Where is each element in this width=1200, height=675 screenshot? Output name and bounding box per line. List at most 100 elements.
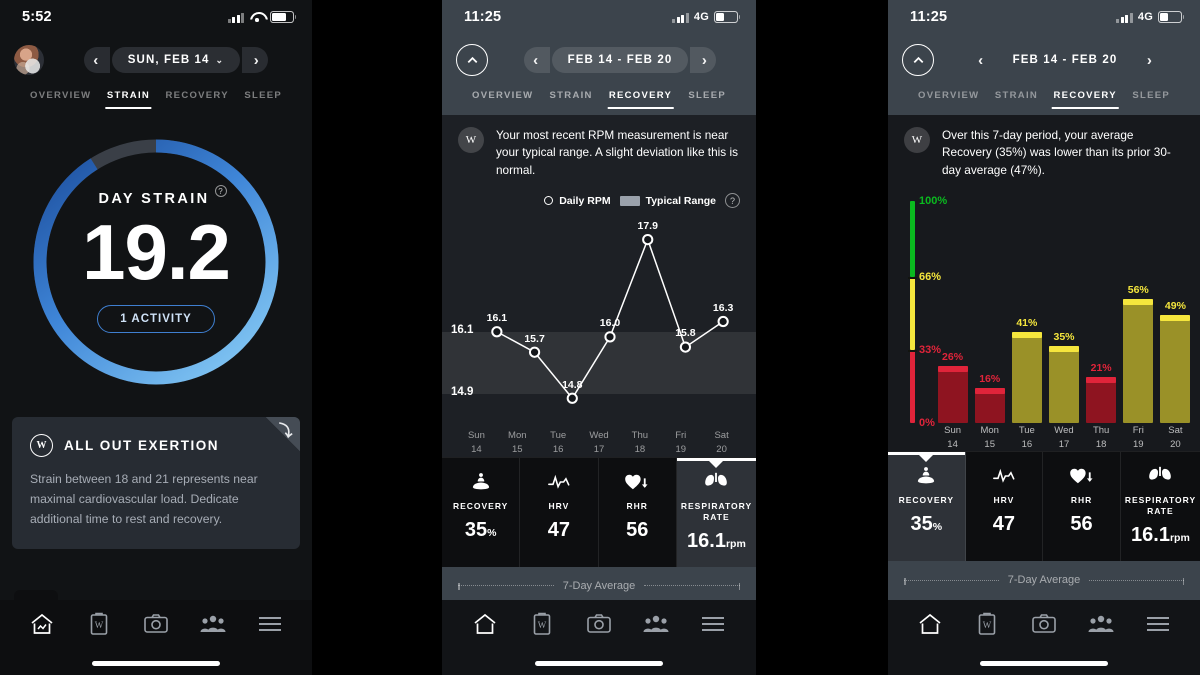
metric-value: 47: [992, 513, 1016, 536]
insight-text: Over this 7-day period, your average Rec…: [942, 128, 1171, 177]
tab-overview[interactable]: OVERVIEW: [918, 90, 979, 109]
bottom-nav: W: [442, 600, 756, 675]
battery-icon: [270, 11, 297, 23]
recovery-bar-value: 21%: [1090, 361, 1112, 374]
nav-journal-icon[interactable]: W: [71, 612, 128, 636]
tab-strain[interactable]: STRAIN: [550, 90, 593, 109]
previous-week-button[interactable]: ‹: [969, 47, 995, 73]
tab-sleep[interactable]: SLEEP: [1132, 90, 1170, 109]
previous-day-button[interactable]: ‹: [83, 47, 110, 73]
recovery-bar-column[interactable]: 35%: [1045, 201, 1082, 424]
data-point-label: 16.1: [486, 312, 508, 325]
metric-tab-recovery[interactable]: RECOVERY 35%: [442, 457, 521, 567]
phone-screen-strain: 5:52 ‹ SUN, FEB 14 ⌄ › OVERVIEW STRAIN R…: [0, 0, 312, 675]
metric-name: HRV: [993, 495, 1015, 506]
metric-tab-rhr[interactable]: RHR 56: [1043, 452, 1121, 562]
tab-overview[interactable]: OVERVIEW: [472, 90, 533, 109]
metric-tab-respiratory-rate[interactable]: RESPIRATORY RATE 16.1rpm: [676, 457, 756, 567]
recovery-bar: 21%: [1086, 362, 1117, 424]
recovery-bar-column[interactable]: 49%: [1157, 201, 1194, 424]
next-week-button[interactable]: ›: [1135, 47, 1161, 73]
date-pill[interactable]: FEB 14 - FEB 20: [997, 47, 1134, 73]
data-point-label: 16.3: [712, 301, 734, 314]
tab-overview[interactable]: OVERVIEW: [30, 90, 91, 109]
collapse-button[interactable]: [456, 44, 488, 76]
status-indicators: [227, 11, 297, 23]
help-icon[interactable]: ?: [725, 193, 740, 209]
nav-community-icon[interactable]: [628, 614, 685, 634]
metric-name: RECOVERY: [898, 495, 954, 506]
chart-legend: Daily RPM Typical Range ?: [442, 179, 756, 209]
nav-home-icon[interactable]: [902, 612, 959, 636]
nav-menu-icon[interactable]: [241, 615, 298, 633]
nav-journal-icon[interactable]: W: [513, 612, 570, 636]
whoop-logo-icon: W: [30, 434, 53, 457]
avatar[interactable]: [14, 45, 44, 75]
nav-community-icon[interactable]: [184, 614, 241, 634]
nav-camera-icon[interactable]: [1016, 613, 1073, 635]
meditation-icon: [892, 464, 961, 488]
strain-info-card[interactable]: ⤵ W ALL OUT EXERTION Strain between 18 a…: [12, 417, 300, 550]
nav-journal-icon[interactable]: W: [959, 612, 1016, 636]
average-divider: 7-Day Average: [888, 561, 1200, 586]
tab-sleep[interactable]: SLEEP: [688, 90, 726, 109]
nav-menu-icon[interactable]: [1129, 615, 1186, 633]
previous-week-button[interactable]: ‹: [523, 47, 550, 73]
nav-camera-icon[interactable]: [128, 613, 185, 635]
page-fold-icon: ⤵: [266, 417, 300, 451]
metric-tab-hrv[interactable]: HRV 47: [520, 457, 599, 567]
recovery-bar-column[interactable]: 56%: [1120, 201, 1157, 424]
nav-home-icon[interactable]: [456, 612, 513, 636]
svg-text:W: W: [538, 620, 547, 630]
recovery-bar: 56%: [1123, 284, 1154, 424]
nav-menu-icon[interactable]: [685, 615, 742, 633]
x-axis-tick: Sun 14: [944, 424, 962, 450]
recovery-bar-column[interactable]: 26%: [934, 201, 971, 424]
date-pill[interactable]: FEB 14 - FEB 20: [551, 47, 689, 73]
metric-value: 16.1rpm: [1131, 524, 1190, 547]
tab-recovery[interactable]: RECOVERY: [166, 90, 229, 109]
recovery-bar-cap: [1160, 314, 1191, 321]
recovery-bar-column[interactable]: 21%: [1083, 201, 1120, 424]
recovery-bar-column[interactable]: 16%: [971, 201, 1008, 424]
x-axis-day-labels: Sun 14 Mon 15 Tue 16 Wed 17 Thu 18 Fri 19 Sat 20: [442, 429, 756, 457]
metric-tab-respiratory-rate[interactable]: RESPIRATORY RATE 16.1rpm: [1121, 452, 1200, 561]
collapse-button[interactable]: [902, 44, 934, 76]
help-icon[interactable]: ?: [214, 185, 227, 197]
recovery-bar-column[interactable]: 41%: [1008, 201, 1045, 424]
heart-down-icon: [1047, 464, 1116, 488]
tab-bar: OVERVIEW STRAIN RECOVERY SLEEP: [902, 80, 1186, 109]
next-week-button[interactable]: ›: [690, 47, 717, 73]
date-pill[interactable]: SUN, FEB 14 ⌄: [111, 47, 241, 73]
tab-strain[interactable]: STRAIN: [995, 90, 1038, 109]
axis-tick-mark: [908, 350, 917, 353]
chevron-down-icon: ⌄: [215, 54, 225, 65]
status-bar: 11:25 4G: [888, 0, 1200, 34]
tab-recovery[interactable]: RECOVERY: [609, 90, 672, 109]
tab-sleep[interactable]: SLEEP: [244, 90, 282, 109]
metric-tab-rhr[interactable]: RHR 56: [599, 457, 677, 567]
home-indicator: [535, 661, 663, 666]
next-day-button[interactable]: ›: [242, 47, 269, 73]
metric-tab-recovery[interactable]: RECOVERY 35%: [888, 452, 966, 562]
recovery-chart-section: W Over this 7-day period, your average R…: [888, 115, 1200, 452]
metric-tab-hrv[interactable]: HRV 47: [966, 452, 1044, 562]
metric-name: HRV: [548, 500, 570, 511]
date-selector: ‹ FEB 14 - FEB 20 ›: [498, 47, 742, 73]
nav-community-icon[interactable]: [1072, 614, 1129, 634]
status-indicators: 4G: [672, 11, 741, 23]
x-axis-tick: Fri 19: [1132, 424, 1144, 450]
metric-value: 35%: [910, 513, 943, 536]
nav-camera-icon[interactable]: [570, 613, 627, 635]
average-label: 7-Day Average: [1007, 574, 1081, 587]
recovery-bar-value: 49%: [1164, 299, 1186, 312]
tab-recovery[interactable]: RECOVERY: [1054, 90, 1117, 109]
activity-count-button[interactable]: 1 ACTIVITY: [97, 305, 215, 333]
recovery-bar-value: 41%: [1016, 317, 1038, 330]
date-selector: ‹ FEB 14 - FEB 20 ›: [944, 47, 1186, 73]
wifi-icon: [249, 11, 265, 23]
tab-strain[interactable]: STRAIN: [107, 90, 150, 109]
nav-home-icon[interactable]: [14, 612, 71, 636]
svg-text:W: W: [95, 620, 104, 630]
metric-name: RHR: [1070, 495, 1093, 506]
